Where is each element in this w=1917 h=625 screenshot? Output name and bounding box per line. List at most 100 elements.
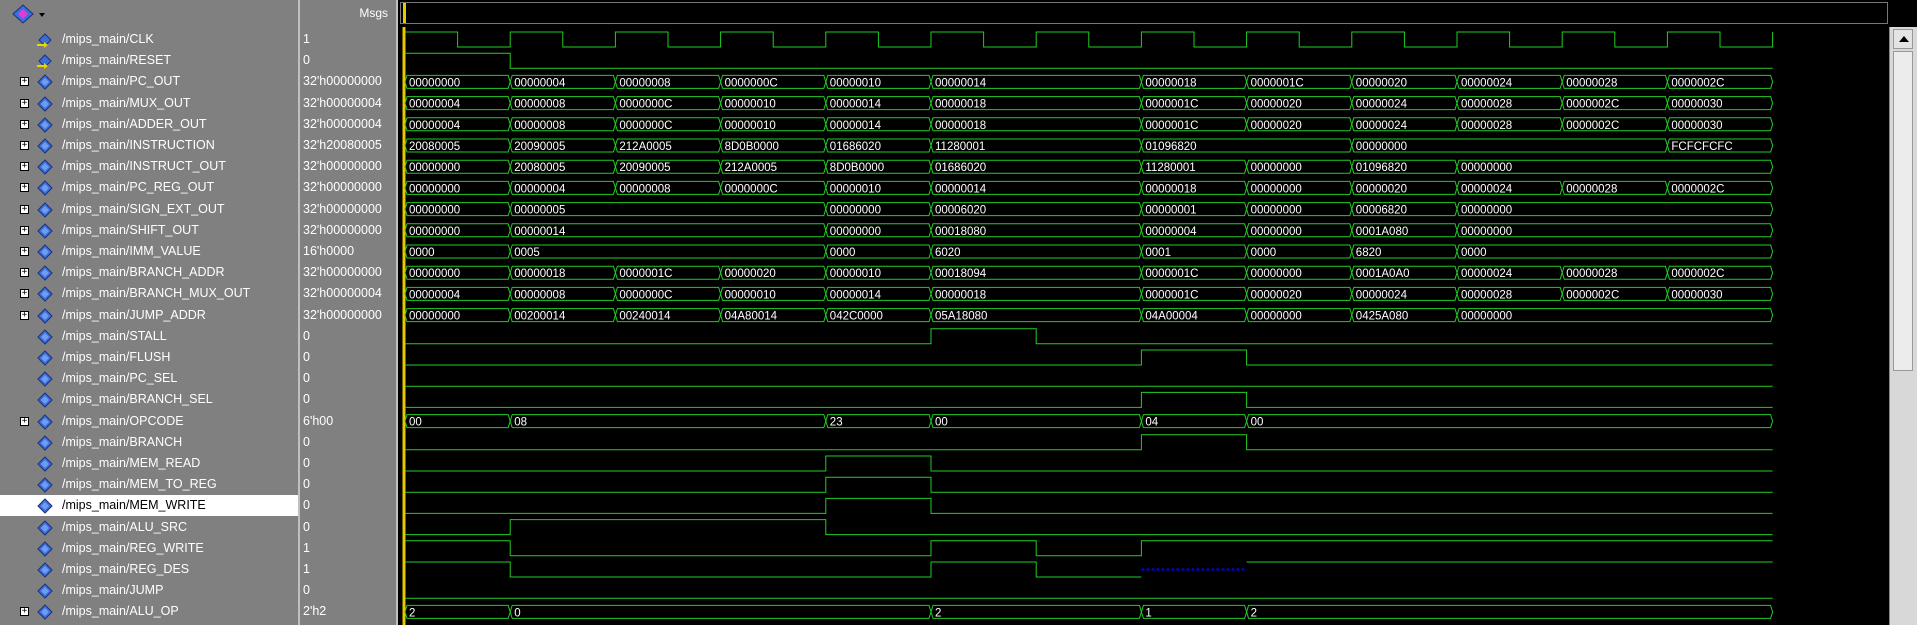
signal-value: 32'h00000000 [303, 74, 382, 89]
bus-value-label: 00000014 [830, 120, 882, 132]
bus-value-label: 01686020 [830, 141, 881, 153]
signal-row[interactable]: + /mips_main/MUX_OUT [0, 93, 298, 114]
bit-waveform [405, 540, 1773, 557]
scroll-thumb[interactable] [1893, 51, 1913, 371]
expand-toggle-icon[interactable]: + [20, 416, 29, 426]
waveform-canvas[interactable]: 00000000 00000004 00000008 0000000C 00000010… [400, 27, 1888, 625]
bus-value-label: 00000024 [1461, 183, 1513, 195]
bus-value-label: 0000000C [725, 183, 778, 195]
bus-segment [1246, 414, 1774, 429]
signal-row[interactable]: + /mips_main/ALU_OP [0, 601, 298, 622]
signal-menu-button[interactable] [10, 4, 48, 24]
bus-value-label: 00000028 [1566, 77, 1617, 89]
signal-row[interactable]: + /mips_main/JUMP_ADDR [0, 305, 298, 326]
signal-value-row: 0 [300, 50, 396, 71]
expand-toggle-icon[interactable]: + [20, 225, 29, 235]
signal-name: /mips_main/CLK [62, 32, 154, 46]
signal-diamond-icon [37, 286, 53, 303]
waveform-pane[interactable]: 00000000 00000004 00000008 0000000C 00000010… [400, 27, 1888, 625]
signal-row[interactable]: + /mips_main/ADDER_OUT [0, 114, 298, 135]
expand-toggle-icon[interactable]: + [20, 607, 29, 617]
bus-value-label: 0001 [1145, 247, 1171, 259]
bus-value-label: 00000018 [935, 99, 986, 111]
signal-diamond-icon [37, 498, 53, 515]
bit-waveform [405, 349, 1773, 366]
bus-value-label: 04A00004 [1145, 311, 1198, 323]
signal-row[interactable]: /mips_main/PC_SEL [0, 368, 298, 389]
signal-value-row: 32'h00000000 [300, 199, 396, 220]
bus-value-label: 00000000 [409, 311, 460, 323]
bus-value-label: 00000024 [1356, 120, 1408, 132]
signal-value: 0 [303, 477, 310, 492]
signal-row[interactable]: /mips_main/MEM_TO_REG [0, 474, 298, 495]
vertical-scrollbar[interactable] [1889, 27, 1917, 625]
signal-value-row: 0 [300, 432, 396, 453]
bus-value-label: 00000024 [1461, 268, 1513, 280]
signal-name: /mips_main/FLUSH [62, 350, 171, 364]
expand-toggle-icon[interactable]: + [20, 119, 29, 129]
signal-row[interactable]: + /mips_main/OPCODE [0, 411, 298, 432]
expand-toggle-icon[interactable]: + [20, 183, 29, 193]
bus-value-label: 23 [830, 417, 843, 429]
signal-row[interactable]: /mips_main/BRANCH [0, 432, 298, 453]
expand-toggle-icon[interactable]: + [20, 268, 29, 278]
signal-row[interactable]: + /mips_main/IMM_VALUE [0, 241, 298, 262]
bus-value-label: 04 [1145, 417, 1158, 429]
signal-row[interactable]: /mips_main/REG_DES [0, 559, 298, 580]
expand-toggle-icon[interactable]: + [20, 310, 29, 320]
signal-name: /mips_main/BRANCH [62, 434, 183, 449]
bus-value-label: 0000000C [725, 77, 778, 89]
bus-value-label: 00000000 [409, 183, 460, 195]
expand-toggle-icon[interactable]: + [20, 247, 29, 256]
signal-row[interactable]: + /mips_main/SHIFT_OUT [0, 220, 298, 241]
signal-row[interactable]: /mips_main/ALU_SRC [0, 517, 298, 538]
signal-row[interactable]: + /mips_main/INSTRUCT_OUT [0, 156, 298, 177]
signal-row[interactable]: /mips_main/BRANCH_SEL [0, 389, 298, 410]
signal-row[interactable]: /mips_main/STALL [0, 326, 298, 347]
time-cursor-marker[interactable] [403, 3, 406, 23]
signal-row[interactable]: /mips_main/CLK [0, 29, 298, 50]
wave-timeline-header[interactable] [400, 2, 1888, 24]
bit-waveform [405, 391, 1773, 408]
expand-toggle-icon[interactable]: + [20, 98, 29, 108]
signal-row[interactable]: + /mips_main/PC_OUT [0, 71, 298, 92]
expand-toggle-icon[interactable]: + [20, 77, 29, 87]
signal-row[interactable]: + /mips_main/BRANCH_MUX_OUT [0, 283, 298, 304]
signal-row[interactable]: + /mips_main/SIGN_EXT_OUT [0, 199, 298, 220]
signal-row[interactable]: /mips_main/JUMP [0, 580, 298, 601]
bus-value-label: 00000014 [830, 99, 882, 111]
signal-name-pane[interactable]: /mips_main/CLK/mips_main/RESET + /mips_mai… [0, 27, 300, 625]
bus-value-label: 00000004 [1145, 226, 1197, 238]
expand-toggle-icon[interactable]: + [20, 141, 29, 150]
signal-diamond-icon [37, 138, 53, 154]
signal-row[interactable]: /mips_main/MEM_WRITE [0, 495, 298, 517]
signal-value-row: 1 [300, 29, 396, 50]
signal-row[interactable]: + /mips_main/BRANCH_ADDR [0, 262, 298, 283]
signal-name: /mips_main/PC_SEL [62, 371, 178, 386]
expand-toggle-icon[interactable]: + [20, 162, 29, 172]
bus-value-label: 00000014 [514, 226, 566, 238]
bus-value-label: 00000004 [409, 289, 461, 301]
bus-value-label: 0 [514, 607, 520, 619]
signal-row[interactable]: + /mips_main/INSTRUCTION [0, 135, 298, 156]
expand-toggle-icon[interactable]: + [20, 289, 29, 299]
bit-waveform [405, 455, 1773, 472]
signal-name: /mips_main/JUMP_ADDR [62, 307, 206, 322]
bus-value-label: 00000004 [514, 183, 566, 195]
signal-row[interactable]: /mips_main/FLUSH [0, 347, 298, 368]
signal-row[interactable]: /mips_main/MEM_READ [0, 453, 298, 474]
signal-value: 32'h00000004 [303, 116, 382, 131]
scroll-up-button[interactable] [1893, 29, 1913, 49]
bus-value-label: 2 [935, 607, 941, 619]
bus-value-label: 00000014 [935, 77, 987, 89]
signal-name: /mips_main/SHIFT_OUT [62, 222, 199, 237]
bus-value-label: 00000008 [619, 77, 670, 89]
signal-diamond-icon [37, 604, 53, 621]
expand-toggle-icon[interactable]: + [20, 204, 29, 214]
signal-row[interactable]: + /mips_main/PC_REG_OUT [0, 177, 298, 198]
signal-value: 0 [303, 371, 310, 386]
signal-row[interactable]: /mips_main/REG_WRITE [0, 538, 298, 559]
bus-value-label: 0000000C [619, 99, 672, 111]
bus-value-label: 00 [409, 417, 422, 429]
signal-row[interactable]: /mips_main/RESET [0, 50, 298, 71]
